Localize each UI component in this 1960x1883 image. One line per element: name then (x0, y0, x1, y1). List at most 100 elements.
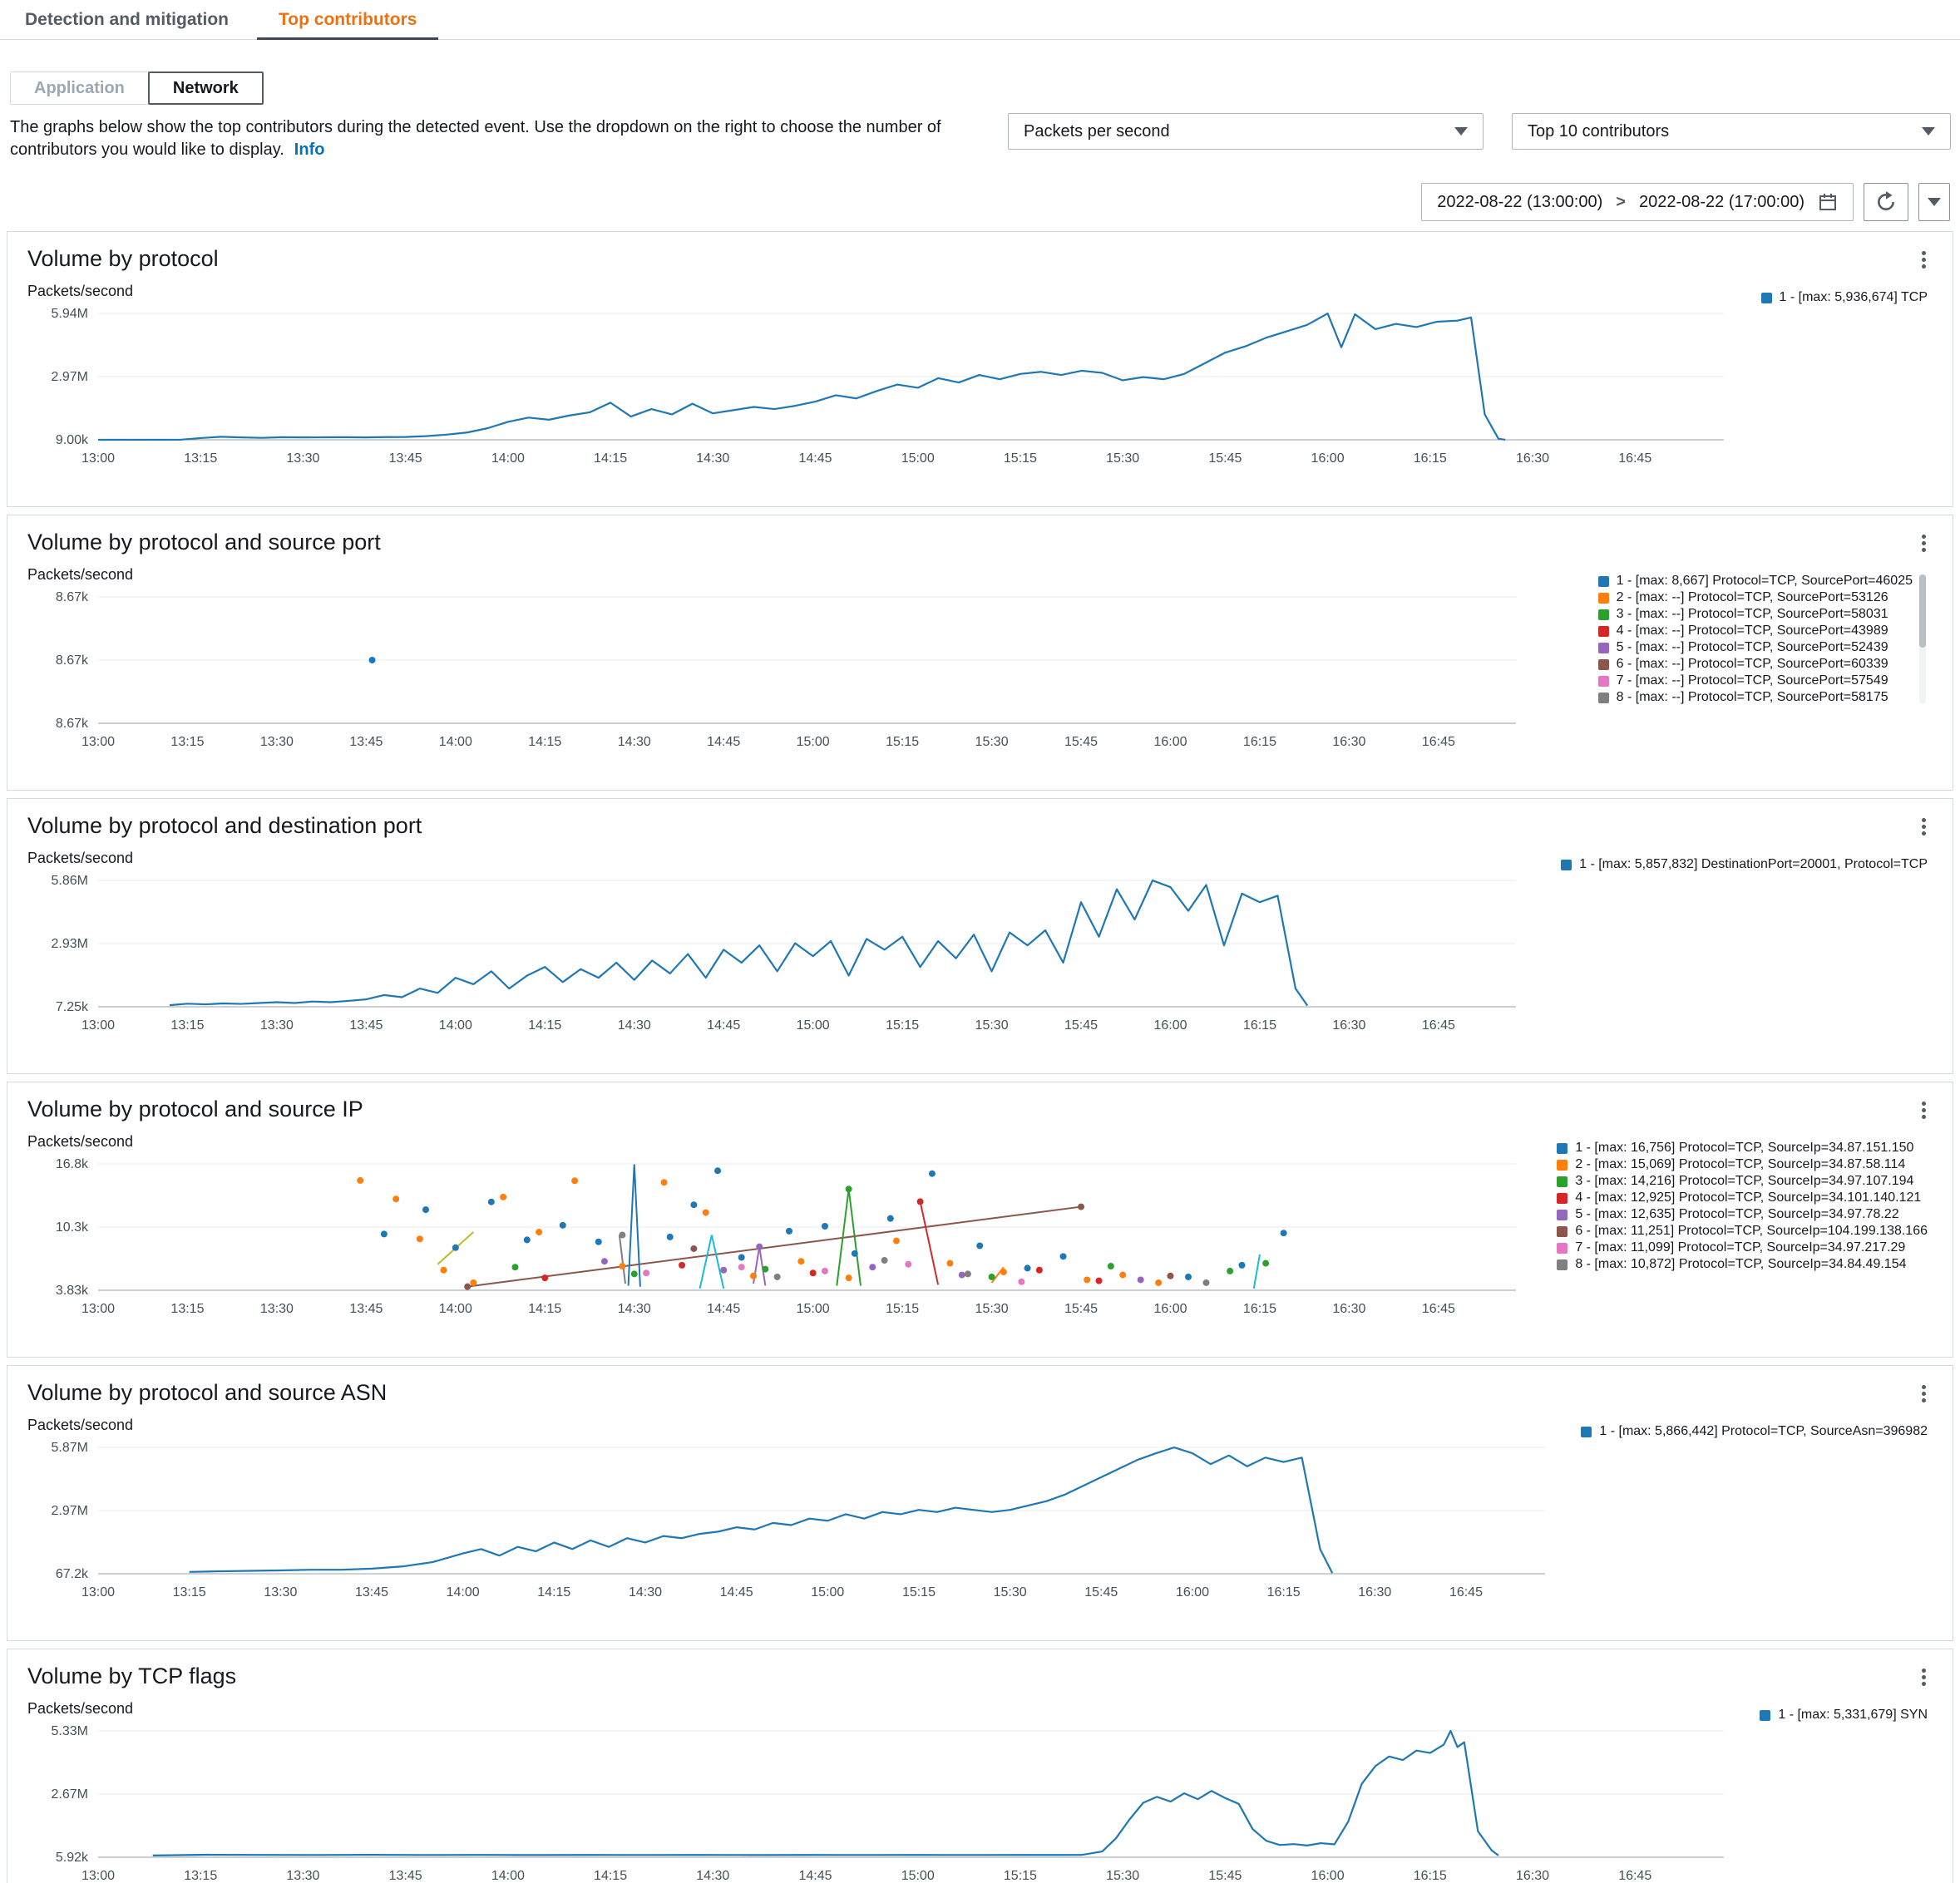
legend-item[interactable]: 8 - [max: --] Protocol=TCP, SourcePort=5… (1597, 689, 1913, 706)
kebab-menu-icon[interactable] (1915, 1379, 1933, 1408)
svg-text:16:45: 16:45 (1422, 735, 1455, 749)
legend-item[interactable]: 6 - [max: 11,251] Protocol=TCP, SourceIp… (1557, 1223, 1928, 1240)
svg-text:14:15: 14:15 (594, 451, 627, 466)
svg-text:14:00: 14:00 (491, 1869, 525, 1883)
svg-text:13:00: 13:00 (81, 1018, 115, 1033)
kebab-menu-icon[interactable] (1915, 1096, 1933, 1125)
svg-text:13:45: 13:45 (349, 735, 383, 749)
legend-label: 5 - [max: 12,635] Protocol=TCP, SourceIp… (1575, 1207, 1899, 1221)
kebab-menu-icon[interactable] (1915, 812, 1933, 841)
network-toggle-button[interactable]: Network (147, 71, 264, 105)
legend-item[interactable]: 7 - [max: --] Protocol=TCP, SourcePort=5… (1597, 673, 1913, 689)
controls-area: Application Network The graphs below sho… (0, 40, 1960, 231)
legend-item[interactable]: 2 - [max: --] Protocol=TCP, SourcePort=5… (1597, 589, 1913, 606)
legend-item[interactable]: 5 - [max: 12,635] Protocol=TCP, SourceIp… (1557, 1206, 1928, 1223)
svg-text:13:30: 13:30 (260, 735, 294, 749)
date-range-picker[interactable]: 2022-08-22 (13:00:00) > 2022-08-22 (17:0… (1421, 183, 1854, 221)
legend-color-swatch (1557, 1225, 1568, 1237)
metric-select[interactable]: Packets per second (1008, 113, 1484, 150)
svg-text:15:30: 15:30 (1106, 1869, 1139, 1883)
kebab-menu-icon[interactable] (1915, 1663, 1933, 1692)
chart-title: Volume by protocol and source ASN (27, 1380, 388, 1405)
tab-top-contributors[interactable]: Top contributors (254, 0, 442, 40)
kebab-menu-icon[interactable] (1915, 529, 1933, 558)
kebab-dot (1922, 1108, 1926, 1112)
legend-item[interactable]: 1 - [max: 5,331,679] SYN (1760, 1707, 1928, 1723)
date-range-options-button[interactable] (1918, 183, 1950, 221)
legend-item[interactable]: 6 - [max: --] Protocol=TCP, SourcePort=6… (1597, 656, 1913, 673)
legend-item[interactable]: 7 - [max: 11,099] Protocol=TCP, SourceIp… (1557, 1240, 1928, 1256)
legend-item[interactable]: 4 - [max: 12,925] Protocol=TCP, SourceIp… (1557, 1190, 1928, 1206)
kebab-dot (1922, 1398, 1926, 1402)
legend-label: 7 - [max: --] Protocol=TCP, SourcePort=5… (1616, 673, 1888, 688)
svg-text:5.92k: 5.92k (56, 1851, 89, 1865)
application-toggle-button[interactable]: Application (10, 71, 149, 105)
legend-label: 6 - [max: --] Protocol=TCP, SourcePort=6… (1616, 657, 1888, 671)
kebab-dot (1922, 818, 1926, 822)
svg-text:14:30: 14:30 (618, 1018, 651, 1033)
legend-item[interactable]: 8 - [max: 10,872] Protocol=TCP, SourceIp… (1557, 1256, 1928, 1273)
svg-text:15:45: 15:45 (1084, 1585, 1118, 1600)
svg-text:16:15: 16:15 (1414, 1869, 1447, 1883)
legend-item[interactable]: 3 - [max: 14,216] Protocol=TCP, SourceIp… (1557, 1173, 1928, 1190)
svg-text:14:30: 14:30 (618, 735, 651, 749)
legend-item[interactable]: 3 - [max: --] Protocol=TCP, SourcePort=5… (1597, 606, 1913, 623)
chevron-down-icon (1922, 127, 1935, 136)
svg-text:16:00: 16:00 (1153, 1018, 1187, 1033)
y-axis-label: Packets/second (27, 283, 134, 299)
svg-text:13:00: 13:00 (81, 451, 115, 466)
legend-label: 2 - [max: 15,069] Protocol=TCP, SourceIp… (1575, 1157, 1906, 1171)
svg-text:15:15: 15:15 (1004, 451, 1037, 466)
svg-text:15:00: 15:00 (797, 1018, 830, 1033)
svg-text:15:30: 15:30 (975, 735, 1009, 749)
svg-text:13:30: 13:30 (286, 451, 319, 466)
svg-text:15:45: 15:45 (1064, 1302, 1098, 1316)
legend-item[interactable]: 4 - [max: --] Protocol=TCP, SourcePort=4… (1597, 623, 1913, 639)
info-link[interactable]: Info (294, 140, 325, 159)
svg-text:2.97M: 2.97M (52, 370, 88, 384)
svg-text:14:00: 14:00 (439, 1302, 472, 1316)
kebab-dot (1922, 541, 1926, 545)
kebab-dot (1922, 1675, 1926, 1679)
legend-label: 4 - [max: --] Protocol=TCP, SourcePort=4… (1616, 624, 1888, 638)
refresh-button[interactable] (1864, 183, 1908, 221)
scrollbar-thumb[interactable] (1919, 574, 1926, 648)
svg-text:16:15: 16:15 (1243, 735, 1276, 749)
legend-color-swatch (1557, 1242, 1568, 1254)
svg-text:14:00: 14:00 (447, 1585, 480, 1600)
legend-item[interactable]: 1 - [max: 8,667] Protocol=TCP, SourcePor… (1597, 573, 1913, 589)
svg-text:16:45: 16:45 (1449, 1585, 1483, 1600)
svg-text:14:15: 14:15 (537, 1585, 570, 1600)
legend-item[interactable]: 1 - [max: 5,936,674] TCP (1760, 289, 1928, 306)
legend-item[interactable]: 1 - [max: 16,756] Protocol=TCP, SourceIp… (1557, 1140, 1928, 1156)
kebab-dot (1922, 825, 1926, 829)
kebab-dot (1922, 535, 1926, 539)
legend-color-swatch (1557, 1209, 1568, 1220)
legend-color-swatch (1557, 1176, 1568, 1187)
svg-text:13:45: 13:45 (389, 1869, 422, 1883)
legend-label: 1 - [max: 16,756] Protocol=TCP, SourceIp… (1575, 1141, 1914, 1155)
contributor-count-select[interactable]: Top 10 contributors (1512, 113, 1951, 150)
legend-label: 8 - [max: 10,872] Protocol=TCP, SourceIp… (1575, 1257, 1907, 1271)
svg-text:15:00: 15:00 (901, 1869, 935, 1883)
legend-item[interactable]: 2 - [max: 15,069] Protocol=TCP, SourceIp… (1557, 1156, 1928, 1173)
svg-text:16:30: 16:30 (1332, 1302, 1365, 1316)
legend-item[interactable]: 1 - [max: 5,866,442] Protocol=TCP, Sourc… (1581, 1423, 1928, 1440)
svg-text:16:45: 16:45 (1422, 1018, 1455, 1033)
legend-label: 1 - [max: 5,857,832] DestinationPort=200… (1579, 857, 1928, 871)
legend-scrollbar[interactable] (1919, 574, 1926, 704)
legend-item[interactable]: 1 - [max: 5,857,832] DestinationPort=200… (1561, 856, 1928, 873)
legend-label: 3 - [max: --] Protocol=TCP, SourcePort=5… (1616, 607, 1888, 621)
legend-item[interactable]: 5 - [max: --] Protocol=TCP, SourcePort=5… (1597, 639, 1913, 656)
svg-text:13:15: 13:15 (173, 1585, 206, 1600)
kebab-menu-icon[interactable] (1915, 245, 1933, 274)
legend-color-swatch (1597, 609, 1609, 620)
svg-text:13:30: 13:30 (260, 1302, 294, 1316)
chevron-down-icon (1928, 198, 1941, 206)
tab-detection-and-mitigation[interactable]: Detection and mitigation (0, 0, 254, 39)
refresh-icon (1878, 191, 1894, 210)
svg-text:13:30: 13:30 (260, 1018, 294, 1033)
svg-text:14:30: 14:30 (696, 1869, 729, 1883)
svg-text:16:30: 16:30 (1516, 1869, 1549, 1883)
svg-text:16:15: 16:15 (1243, 1018, 1276, 1033)
